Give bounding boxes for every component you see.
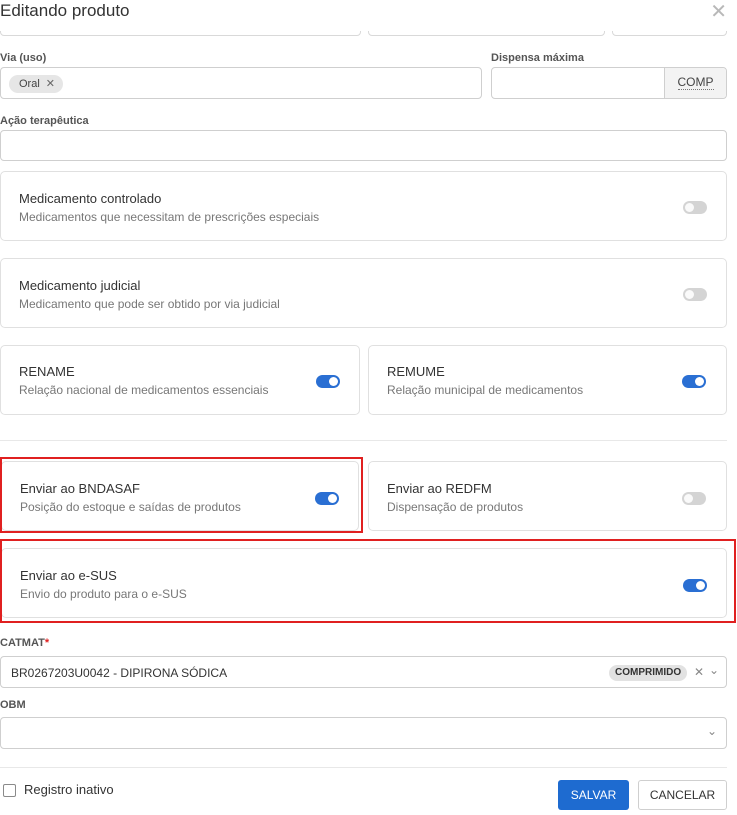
card-title: Enviar ao REDFM — [387, 481, 492, 496]
card-desc: Relação municipal de medicamentos — [387, 383, 584, 397]
chevron-down-icon[interactable]: ⌄ — [709, 663, 719, 677]
toggle-redfm[interactable] — [682, 492, 706, 505]
dispensa-input[interactable]: COMP — [491, 67, 727, 99]
toggle-controlado[interactable] — [683, 201, 707, 214]
obm-label: OBM — [0, 699, 26, 711]
close-icon[interactable]: ✕ — [710, 2, 727, 22]
chevron-down-icon[interactable]: ⌄ — [707, 724, 717, 738]
registro-inativo-checkbox[interactable] — [3, 784, 16, 797]
card-title: Medicamento controlado — [19, 191, 162, 206]
card-desc: Dispensação de produtos — [387, 500, 524, 514]
tag-oral: Oral ✕ — [9, 75, 63, 93]
dispensa-label: Dispensa máxima — [491, 52, 584, 64]
card-desc: Medicamentos que necessitam de prescriçõ… — [19, 210, 320, 224]
divider — [0, 767, 727, 768]
acao-input[interactable] — [0, 130, 727, 161]
catmat-label: CATMAT* — [0, 637, 50, 649]
save-button[interactable]: SALVAR — [558, 780, 629, 810]
card-remume: REMUME Relação municipal de medicamentos — [368, 345, 727, 415]
x-icon[interactable]: ✕ — [46, 78, 55, 90]
via-label: Via (uso) — [0, 52, 47, 64]
checkbox-label: Registro inativo — [24, 782, 114, 797]
card-rename: RENAME Relação nacional de medicamentos … — [0, 345, 360, 415]
input-field-partial[interactable] — [368, 0, 605, 36]
acao-label: Ação terapêutica — [0, 115, 89, 127]
card-title: Medicamento judicial — [19, 278, 141, 293]
unit-addon: COMP — [664, 68, 726, 98]
card-redfm: Enviar ao REDFM Dispensação de produtos — [368, 461, 727, 531]
cancel-button[interactable]: CANCELAR — [638, 780, 727, 810]
toggle-rename[interactable] — [316, 375, 340, 388]
card-desc: Medicamento que pode ser obtido por via … — [19, 297, 280, 311]
catmat-value: BR0267203U0042 - DIPIRONA SÓDICA — [11, 666, 228, 680]
catmat-select[interactable]: BR0267203U0042 - DIPIRONA SÓDICA COMPRIM… — [0, 656, 727, 688]
via-multiselect[interactable]: Oral ✕ — [0, 67, 482, 99]
divider — [0, 440, 727, 441]
card-desc: Relação nacional de medicamentos essenci… — [19, 383, 269, 397]
card-controlado: Medicamento controlado Medicamentos que … — [0, 171, 727, 241]
dialog-title: Editando produto — [0, 1, 130, 20]
required-marker: * — [44, 637, 50, 649]
catmat-badge: COMPRIMIDO — [609, 665, 688, 681]
highlight-box — [0, 457, 363, 533]
card-title: RENAME — [19, 364, 75, 379]
card-judicial: Medicamento judicial Medicamento que pod… — [0, 258, 727, 328]
clear-icon[interactable]: ✕ — [694, 665, 704, 679]
highlight-box — [0, 539, 736, 623]
tag-label: Oral — [19, 78, 40, 90]
toggle-remume[interactable] — [682, 375, 706, 388]
toggle-judicial[interactable] — [683, 288, 707, 301]
obm-select[interactable]: ⌄ — [0, 717, 727, 749]
card-title: REMUME — [387, 364, 445, 379]
